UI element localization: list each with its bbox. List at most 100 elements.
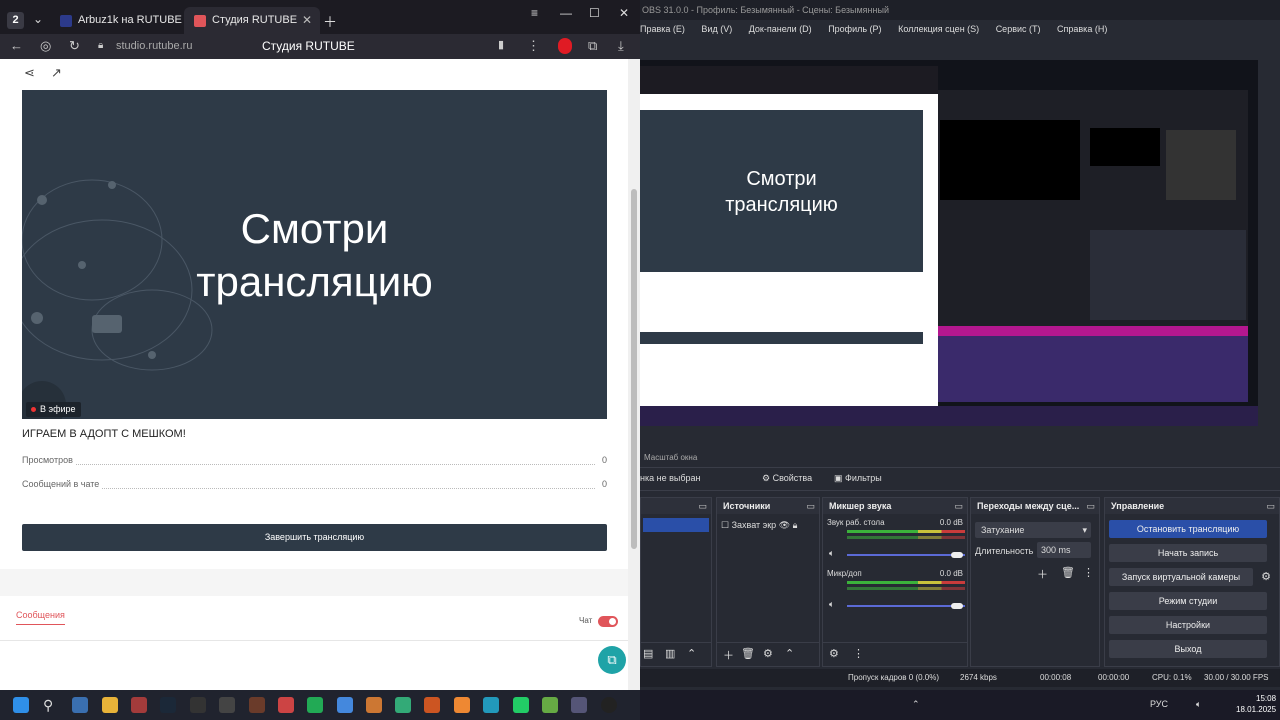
exit-button[interactable]: Выход: [1109, 640, 1267, 658]
fps: 30.00 / 30.00 FPS: [1204, 673, 1269, 682]
virtual-camera-button[interactable]: Запуск виртуальной камеры ⚙: [1109, 568, 1271, 586]
speaker-icon[interactable]: 🔈︎: [829, 599, 834, 610]
scene-view-icon[interactable]: ▥: [665, 647, 675, 660]
end-stream-button[interactable]: Завершить трансляцию: [22, 524, 607, 551]
dock-pin-icon[interactable]: ▭: [1086, 498, 1095, 514]
source-up-icon[interactable]: ⌃: [785, 647, 794, 660]
start-icon[interactable]: [13, 697, 29, 713]
app-icon[interactable]: [483, 697, 499, 713]
dock-pin-icon[interactable]: ▭: [954, 498, 963, 514]
stream-preview[interactable]: Смотри трансляцию В эфире: [22, 90, 607, 419]
app-icon[interactable]: [278, 697, 294, 713]
obs-preview[interactable]: Смотри трансляцию: [640, 60, 1258, 426]
tray-expand-icon[interactable]: ⌃: [912, 699, 920, 710]
chat-fab-button[interactable]: ⧉: [598, 646, 626, 674]
app-icon[interactable]: [571, 697, 587, 713]
duration-input[interactable]: 300 ms: [1037, 542, 1091, 558]
reload-icon[interactable]: ↻: [69, 38, 80, 54]
windows-taskbar: ⚲ ⌃ РУС 🔈︎ 15:08 18.01.2025: [0, 690, 1280, 720]
input-language[interactable]: РУС: [1150, 699, 1168, 709]
scene-up-icon[interactable]: ⌃: [687, 647, 696, 660]
dock-pin-icon[interactable]: ▭: [806, 498, 815, 514]
properties-button[interactable]: ⚙ Свойства: [762, 473, 812, 484]
mic-volume-slider[interactable]: [847, 605, 965, 607]
back-icon[interactable]: ←: [10, 38, 23, 53]
stop-stream-button[interactable]: Остановить трансляцию: [1109, 520, 1267, 538]
sources-title: Источники ▭: [717, 498, 819, 514]
source-item[interactable]: ☐ Захват экр 👁︎ 🔒︎: [721, 520, 797, 531]
explorer-icon[interactable]: [102, 697, 118, 713]
app-icon[interactable]: [337, 697, 353, 713]
open-external-icon[interactable]: ↗: [51, 65, 62, 81]
chat-toggle[interactable]: [598, 616, 618, 627]
steam-icon[interactable]: [160, 697, 176, 713]
menu-scene-collection[interactable]: Коллекция сцен (S): [898, 24, 979, 34]
app-icon[interactable]: [424, 697, 440, 713]
settings-button[interactable]: Настройки: [1109, 616, 1267, 634]
volume-icon[interactable]: 🔈︎: [1196, 699, 1201, 710]
download-icon[interactable]: ⤓: [618, 38, 624, 54]
menu-tools[interactable]: Сервис (T): [996, 24, 1041, 34]
tab-studio[interactable]: Студия RUTUBE ✕: [184, 7, 320, 34]
app-icon[interactable]: [249, 697, 265, 713]
tab-counter[interactable]: 2: [7, 12, 24, 29]
minimize-icon[interactable]: —: [560, 6, 572, 20]
app-icon[interactable]: [190, 697, 206, 713]
filters-button[interactable]: ▣ Фильтры: [834, 473, 882, 484]
page-scrollbar[interactable]: [628, 59, 640, 690]
url-text[interactable]: studio.rutube.ru: [116, 40, 192, 52]
add-transition-icon[interactable]: ＋: [1037, 566, 1048, 582]
menu-edit[interactable]: Правка (E): [640, 24, 685, 34]
dock-pin-icon[interactable]: ▭: [1266, 498, 1275, 514]
app-icon[interactable]: [395, 697, 411, 713]
clock[interactable]: 15:08 18.01.2025: [1236, 693, 1276, 715]
close-icon[interactable]: ✕: [619, 6, 629, 20]
dock-pin-icon[interactable]: ▭: [698, 498, 707, 514]
add-source-icon[interactable]: ＋: [723, 647, 734, 663]
app-icon[interactable]: [307, 697, 323, 713]
start-recording-button[interactable]: Начать запись: [1109, 544, 1267, 562]
extensions-icon[interactable]: ⧉: [588, 38, 597, 54]
mixer-settings-icon[interactable]: ⚙: [829, 647, 839, 660]
app-icon[interactable]: [366, 697, 382, 713]
share-icon[interactable]: ⋖: [24, 65, 35, 81]
desktop-volume-slider[interactable]: [847, 554, 965, 556]
transitions-dock: Переходы между сце... ▭ Затухание ▾ Длител…: [970, 497, 1100, 667]
remove-source-icon[interactable]: 🗑︎: [741, 647, 755, 660]
adblock-icon[interactable]: [558, 38, 572, 54]
menu-docks[interactable]: Док-панели (D): [749, 24, 812, 34]
app-icon[interactable]: [219, 697, 235, 713]
yandex-browser-icon[interactable]: [131, 697, 147, 713]
menu-view[interactable]: Вид (V): [701, 24, 732, 34]
menu-icon[interactable]: ≡: [531, 6, 538, 20]
app-icon[interactable]: [542, 697, 558, 713]
firefox-icon[interactable]: [454, 697, 470, 713]
studio-page: ⋖ ↗ Смотри трансляцию В эфире ИГРАЕМ В А…: [0, 59, 628, 690]
scene-filter-icon[interactable]: ▤: [643, 647, 653, 660]
app-icon[interactable]: [513, 697, 529, 713]
chevron-down-icon[interactable]: ⌄: [33, 12, 43, 26]
maximize-icon[interactable]: ☐: [589, 6, 600, 20]
tab-arbuz[interactable]: Arbuz1k на RUTUBE: 3 ви...: [50, 7, 182, 34]
transition-menu-icon[interactable]: ⋮: [1083, 566, 1094, 579]
search-icon[interactable]: ⚲: [43, 697, 59, 713]
remove-transition-icon[interactable]: 🗑︎: [1061, 566, 1075, 579]
stream-time: 00:00:08: [1040, 673, 1072, 682]
speaker-icon[interactable]: 🔈︎: [829, 548, 834, 559]
more-icon[interactable]: ⋮: [527, 38, 540, 54]
menu-help[interactable]: Справка (H): [1057, 24, 1107, 34]
close-tab-icon[interactable]: ✕: [302, 7, 312, 34]
studio-mode-button[interactable]: Режим студии: [1109, 592, 1267, 610]
transition-select[interactable]: Затухание ▾: [975, 522, 1091, 538]
tab-messages[interactable]: Сообщения: [16, 610, 65, 625]
mixer-menu-icon[interactable]: ⋮: [853, 647, 864, 660]
gear-icon[interactable]: ⚙: [1257, 568, 1275, 586]
obs-icon[interactable]: [601, 697, 617, 713]
menu-profile[interactable]: Профиль (P): [828, 24, 881, 34]
scene-item-selected[interactable]: [643, 518, 709, 532]
calculator-icon[interactable]: [72, 697, 88, 713]
reader-icon[interactable]: ◎: [40, 38, 51, 54]
bookmark-icon[interactable]: ▮: [498, 38, 504, 51]
new-tab-icon[interactable]: ＋: [323, 12, 337, 32]
source-settings-icon[interactable]: ⚙: [763, 647, 773, 660]
